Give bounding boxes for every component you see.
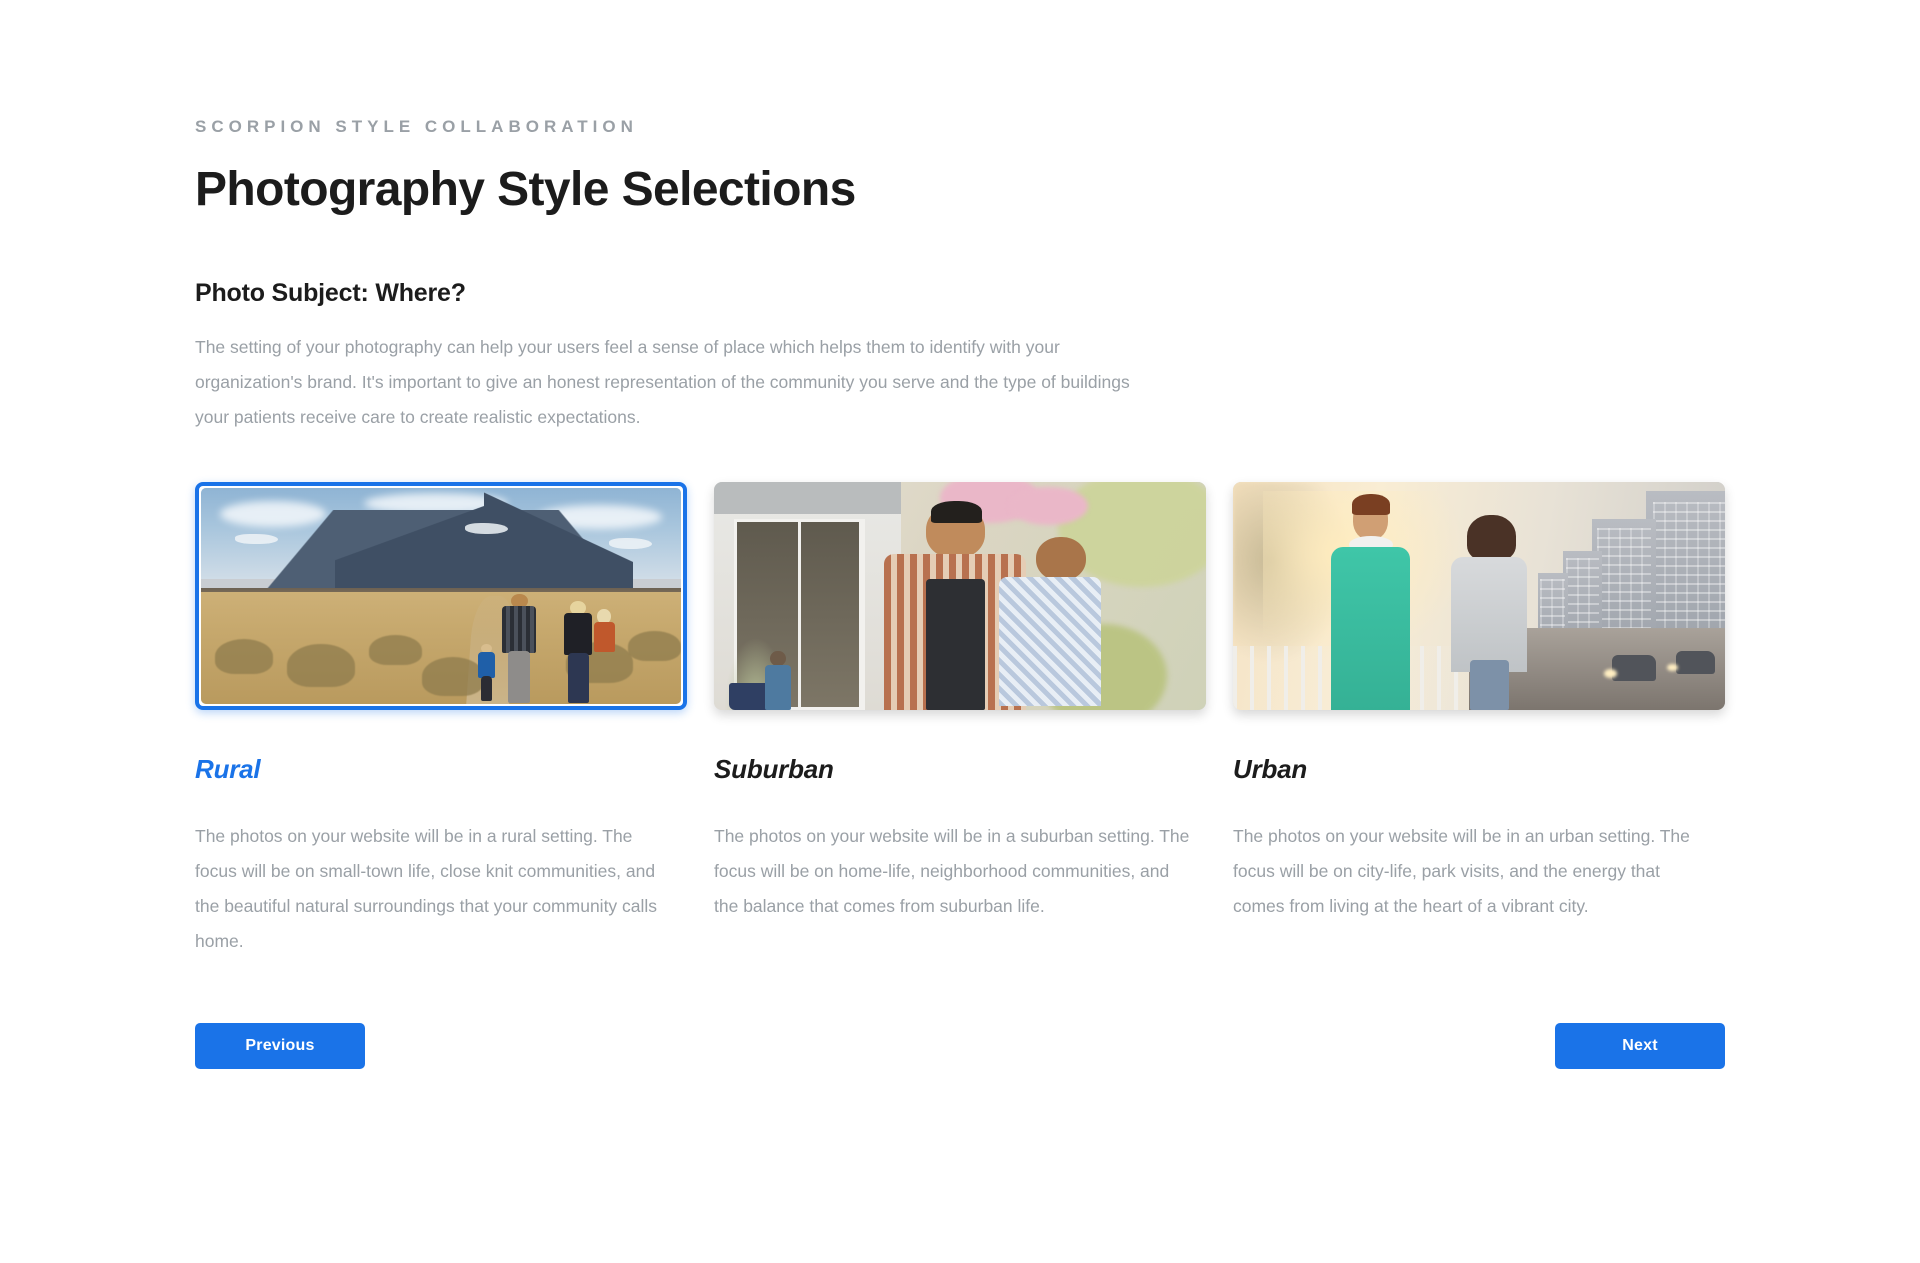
suburban-photo	[714, 482, 1206, 711]
page-title: Photography Style Selections	[195, 163, 856, 216]
photography-style-selections-page: SCORPION STYLE COLLABORATION Photography…	[0, 0, 1920, 1263]
footer-navigation: Previous Next	[195, 1023, 1725, 1070]
suburban-thumbnail-frame[interactable]	[714, 482, 1206, 711]
style-card-description-urban: The photos on your website will be in an…	[1233, 826, 1690, 917]
section-title: Photo Subject: Where?	[195, 279, 466, 308]
suburban-figure-background-person	[763, 650, 793, 711]
previous-button[interactable]: Previous	[195, 1023, 365, 1070]
next-button[interactable]: Next	[1555, 1023, 1725, 1070]
style-card-suburban[interactable]: Suburban The photos on your website will…	[714, 482, 1206, 959]
style-card-label-suburban: Suburban	[714, 754, 834, 785]
urban-figure-man	[1331, 494, 1411, 711]
urban-figure-woman	[1449, 514, 1528, 711]
style-card-label-rural: Rural	[195, 754, 261, 785]
eyebrow-label: SCORPION STYLE COLLABORATION	[195, 117, 638, 136]
rural-thumbnail-frame[interactable]	[195, 482, 687, 711]
rural-figure-woman	[561, 600, 595, 704]
content-container: SCORPION STYLE COLLABORATION Photography…	[195, 0, 1725, 1070]
urban-thumbnail-frame[interactable]	[1233, 482, 1725, 711]
rural-figure-man	[501, 594, 537, 704]
rural-figure-baby	[592, 609, 616, 653]
style-card-urban[interactable]: Urban The photos on your website will be…	[1233, 482, 1725, 959]
suburban-figure-child	[999, 536, 1107, 706]
style-card-description-rural: The photos on your website will be in a …	[195, 826, 658, 952]
style-card-rural[interactable]: Rural The photos on your website will be…	[195, 482, 687, 959]
style-option-cards: Rural The photos on your website will be…	[195, 482, 1725, 959]
rural-photo	[201, 488, 681, 705]
rural-figure-child	[477, 643, 496, 701]
style-card-description-suburban: The photos on your website will be in a …	[714, 826, 1190, 917]
section-body-text: The setting of your photography can help…	[195, 337, 1130, 428]
urban-photo	[1233, 482, 1725, 711]
style-card-label-urban: Urban	[1233, 754, 1308, 785]
